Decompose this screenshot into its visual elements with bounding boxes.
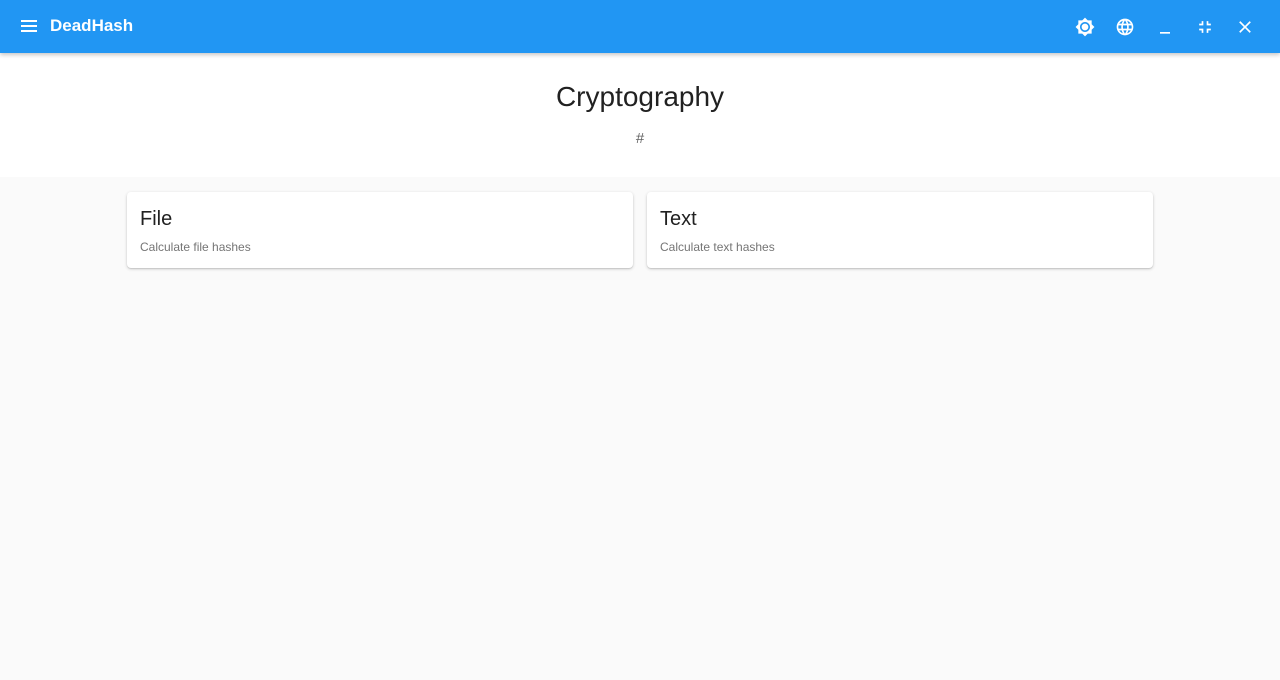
card-title: Text [660, 208, 697, 230]
page-subtitle: # [635, 130, 645, 147]
fullscreen-exit-button[interactable] [1190, 12, 1220, 42]
minimize-icon [1160, 32, 1170, 34]
page-header: Cryptography # [0, 53, 1280, 177]
card-description: Calculate text hashes [660, 240, 775, 254]
app-bar: DeadHash [0, 0, 1280, 53]
app-bar-actions [1070, 12, 1260, 42]
card-title: File [140, 208, 173, 230]
brightness-icon [1075, 17, 1095, 37]
page-title: Cryptography [555, 81, 725, 112]
language-button[interactable] [1110, 12, 1140, 42]
card-description: Calculate file hashes [140, 240, 251, 254]
text-card[interactable]: Text Calculate text hashes [647, 192, 1153, 268]
file-card[interactable]: File Calculate file hashes [127, 192, 633, 268]
fullscreen-exit-icon [1199, 21, 1211, 33]
globe-icon [1116, 18, 1134, 36]
theme-toggle-button[interactable] [1070, 12, 1100, 42]
menu-button[interactable] [18, 14, 42, 38]
close-icon [1239, 21, 1251, 33]
menu-icon [21, 20, 37, 32]
app-title: DeadHash [50, 16, 134, 35]
close-button[interactable] [1230, 12, 1260, 42]
minimize-button[interactable] [1150, 12, 1180, 42]
